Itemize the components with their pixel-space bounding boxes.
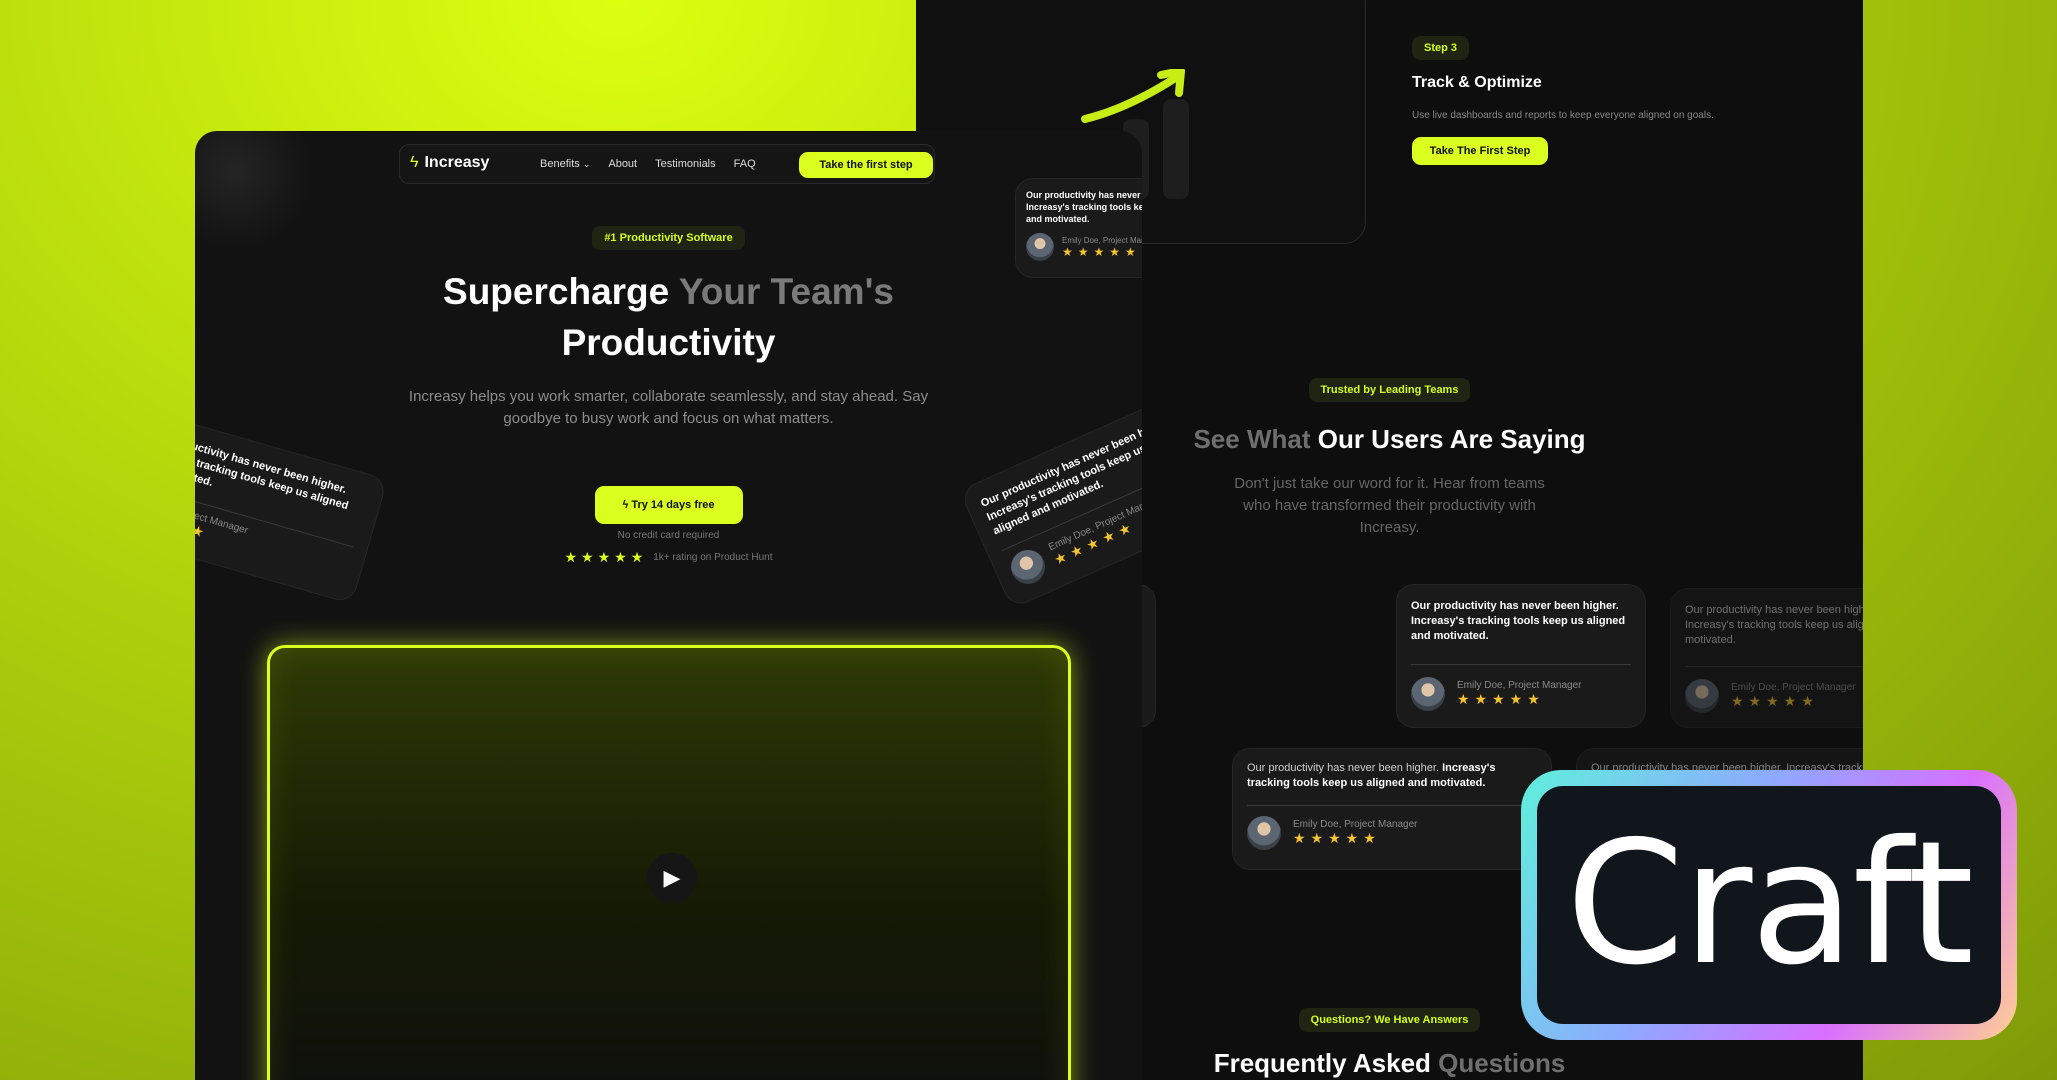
quote-text: Our productivity has never been higher. — [1411, 600, 1619, 612]
testimonial-card: Our productivity has never been higher. … — [1232, 748, 1552, 870]
floating-testimonial-card: Our productivity has never been higher. … — [1015, 178, 1142, 278]
nav-link-about[interactable]: About — [608, 158, 637, 170]
avatar — [1026, 233, 1054, 261]
try-free-button[interactable]: ϟ Try 14 days free — [594, 486, 743, 524]
rating-stars: ★★★★★ — [564, 549, 648, 565]
logo[interactable]: ϟ Increasy — [410, 154, 489, 172]
hero-title-bright: Supercharge — [443, 271, 670, 312]
video-player[interactable]: ▶ — [267, 645, 1071, 1080]
nav-link-faq[interactable]: FAQ — [734, 158, 756, 170]
quote-text: Our productivity has never been higher. — [1026, 190, 1142, 200]
divider — [1685, 666, 1863, 667]
avatar — [1005, 544, 1051, 590]
bolt-icon: ϟ — [410, 154, 419, 171]
title-muted-part: See What — [1193, 424, 1311, 454]
author-label: Emily Doe, Project Manager — [1457, 680, 1582, 691]
quote-text: Increasy's tracking tools keep us aligne… — [1026, 202, 1142, 224]
nav-cta-button[interactable]: Take the first step — [799, 152, 933, 178]
faq-badge: Questions? We Have Answers — [1298, 1008, 1481, 1032]
trusted-badge: Trusted by Leading Teams — [1308, 378, 1471, 402]
navbar: ϟ Increasy Benefits ⌄ About Testimonials… — [399, 144, 935, 184]
step-description: Use live dashboards and reports to keep … — [1412, 110, 1714, 121]
rating-stars: ★★★★★ — [1731, 693, 1819, 709]
avatar — [1685, 679, 1719, 713]
rating-stars: ★★★★★ — [1062, 244, 1141, 259]
hero-title-muted: Your Team's — [678, 271, 894, 312]
author-label: Emily Doe, Project Manager — [1731, 682, 1856, 693]
quote-text: Our productivity has never been higher. — [1247, 762, 1440, 774]
quote-text: Increasy's tracking tools keep us aligne… — [1685, 619, 1863, 646]
hero-title: Supercharge Your Team's Productivity — [195, 266, 1142, 368]
nav-links: Benefits ⌄ About Testimonials FAQ — [540, 158, 756, 170]
quote-text: Our productivity has never been higher. — [1685, 604, 1863, 616]
hero-badge: #1 Productivity Software — [592, 226, 745, 250]
divider — [1411, 664, 1631, 665]
hero-title-bright: Productivity — [561, 322, 776, 363]
nav-link-testimonials[interactable]: Testimonials — [655, 158, 716, 170]
craft-label: Craft — [1565, 805, 1974, 1003]
take-first-step-button[interactable]: Take The First Step — [1412, 137, 1548, 165]
avatar — [1247, 816, 1281, 850]
rating-stars: ★★★★★ — [1293, 830, 1381, 846]
craft-badge: Craft — [1521, 770, 2017, 1040]
play-button[interactable]: ▶ — [647, 853, 697, 903]
author-label: Emily Doe, Project Manager — [1293, 819, 1418, 830]
faq-title-bright: Frequently Asked — [1213, 1048, 1431, 1078]
bolt-icon: ϟ — [622, 499, 629, 511]
play-icon: ▶ — [663, 865, 681, 890]
hero-subtitle: Increasy helps you work smarter, collabo… — [408, 388, 929, 427]
author-label: Emily Doe, Project Manager — [1062, 235, 1142, 245]
landing-page-panel: ϟ Increasy Benefits ⌄ About Testimonials… — [195, 131, 1142, 1080]
step-badge: Step 3 — [1412, 36, 1470, 60]
rating-label: 1k+ rating on Product Hunt — [653, 552, 773, 563]
nav-link-benefits[interactable]: Benefits ⌄ — [540, 158, 590, 170]
faq-title-muted: Questions — [1438, 1048, 1566, 1078]
craft-badge-inner: Craft — [1537, 786, 2001, 1024]
rating-stars: ★★★★★ — [1457, 691, 1545, 707]
avatar — [1411, 677, 1445, 711]
divider — [1247, 805, 1537, 806]
brand-name: Increasy — [424, 154, 490, 171]
step-block: Step 3 Track & Optimize Use live dashboa… — [1412, 36, 1832, 165]
testimonial-card: Our productivity has never been higher. … — [1396, 584, 1646, 728]
step-title: Track & Optimize — [1412, 74, 1542, 91]
quote-text: Increasy's tracking tools keep us aligne… — [1411, 615, 1626, 642]
testimonials-subtitle: Don't just take our word for it. Hear fr… — [1234, 475, 1545, 536]
chevron-down-icon: ⌄ — [582, 159, 591, 169]
testimonial-card: Our productivity has never been higher. … — [1670, 588, 1863, 728]
title-bright-part: Our Users Are Saying — [1317, 424, 1586, 454]
